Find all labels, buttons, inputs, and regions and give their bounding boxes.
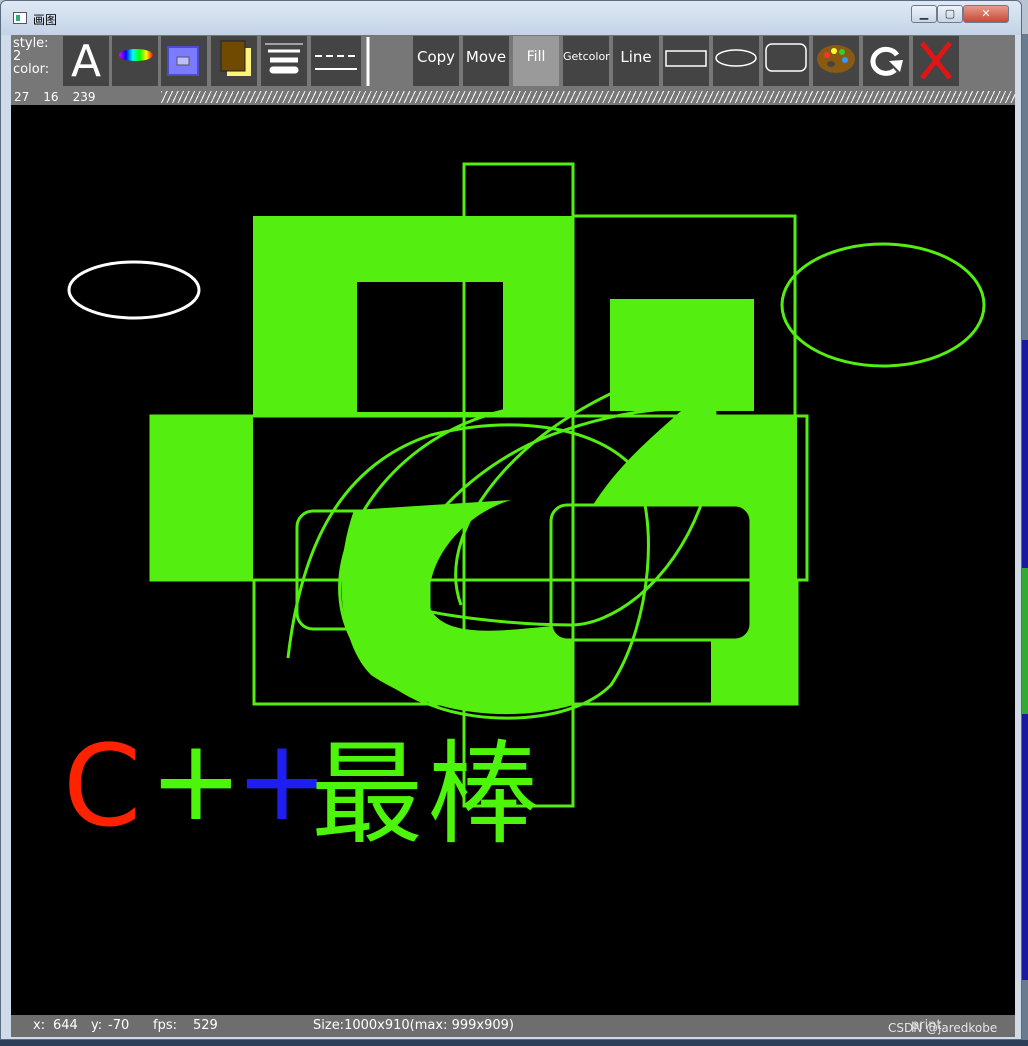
close-icon: [920, 41, 952, 80]
filled-rectangle-left: [151, 416, 253, 580]
drawing-canvas[interactable]: C + + 最 棒: [11, 105, 1015, 1015]
move-label: Move: [465, 48, 507, 66]
fill-color-icon: [167, 46, 199, 76]
palette-icon: [817, 45, 855, 73]
copy-label: Copy: [416, 48, 456, 66]
style-color-panel: style: 2 color:: [13, 37, 63, 76]
y-value: -70: [108, 1018, 130, 1033]
filled-crescent-shape: [341, 500, 573, 715]
minimize-button[interactable]: ▁: [911, 5, 937, 23]
shadow-style-icon: [220, 40, 251, 76]
text-tool-label: A: [70, 36, 102, 87]
canvas-char-zui: 最: [311, 730, 423, 860]
undo-icon: [870, 46, 903, 76]
getcolor-label: Getcolor: [563, 50, 610, 63]
canvas-text: C + + 最 棒: [63, 716, 539, 860]
size-readout: Size:1000x910(max: 999x909): [313, 1018, 514, 1033]
line-style-icon: [315, 55, 357, 70]
toolbar-hatch-strip: [161, 91, 1015, 103]
color-rgb-readout: 27 16 239: [14, 90, 109, 104]
rectangle-tool-button[interactable]: [663, 36, 709, 86]
rounded-rect-tool-button[interactable]: [763, 36, 809, 86]
y-label: y:: [91, 1018, 103, 1033]
rounded-rectangle-icon: [765, 43, 807, 72]
canvas-char-plus-1: +: [149, 716, 243, 846]
filled-rectangle-upper-right: [610, 299, 754, 411]
toolbar: style: 2 color: 27 16 239 A Copy Move Fi…: [11, 35, 1015, 105]
canvas-char-c: C: [63, 722, 141, 852]
window-title: 画图: [33, 13, 58, 27]
drawing-svg[interactable]: C + + 最 棒: [11, 105, 1015, 1015]
app-icon: [13, 12, 27, 24]
color-b-value: 239: [72, 90, 96, 104]
x-label: x:: [33, 1018, 46, 1033]
toolbar-separator: [363, 36, 373, 86]
fill-color-button[interactable]: [161, 36, 207, 86]
ellipse-tool-button[interactable]: [713, 36, 759, 86]
x-value: 644: [53, 1018, 78, 1033]
rainbow-palette-icon: [119, 49, 153, 61]
line-label: Line: [620, 48, 652, 66]
black-inner-rectangle: [357, 282, 503, 412]
copy-button[interactable]: Copy: [413, 36, 459, 86]
line-button[interactable]: Line: [613, 36, 659, 86]
color-g-value: 16: [43, 90, 59, 104]
getcolor-button[interactable]: Getcolor: [563, 36, 610, 86]
taskbar: [0, 1040, 1028, 1046]
fill-button[interactable]: Fill: [513, 36, 559, 86]
rounded-rectangle-right: [549, 503, 753, 642]
exit-button[interactable]: [913, 36, 959, 86]
title-bar[interactable]: 画图 ▁ ▢ ✕: [1, 1, 1021, 35]
maximize-button[interactable]: ▢: [937, 5, 963, 23]
color-label: color:: [13, 62, 50, 77]
paint-window: 画图 ▁ ▢ ✕ style: 2 color: 27 16 239 A Cop…: [0, 0, 1022, 1040]
rectangle-icon: [665, 50, 707, 67]
green-ellipse: [780, 242, 986, 368]
client-area: style: 2 color: 27 16 239 A Copy Move Fi…: [11, 35, 1015, 1037]
shadow-style-button[interactable]: [211, 36, 257, 86]
shapes-layer: [67, 162, 986, 808]
fps-value: 529: [193, 1018, 218, 1033]
fill-label: Fill: [526, 49, 546, 65]
csdn-watermark: CSDN @jaredkobe: [888, 1021, 998, 1035]
ellipse-icon: [715, 49, 757, 67]
undo-button[interactable]: [863, 36, 909, 86]
color-r-value: 27: [14, 90, 30, 104]
text-tool-button[interactable]: A: [63, 36, 109, 86]
line-width-button[interactable]: [261, 36, 307, 86]
palette-button[interactable]: [813, 36, 859, 86]
status-bar: x: 644 y: -70 fps: 529 Size:1000x910(max…: [11, 1015, 1015, 1037]
close-window-button[interactable]: ✕: [963, 5, 1009, 23]
fps-label: fps:: [153, 1018, 177, 1033]
canvas-char-bang: 棒: [427, 730, 539, 860]
line-width-icon: [265, 43, 303, 74]
white-ellipse: [67, 260, 201, 320]
line-style-button[interactable]: [311, 36, 361, 86]
color-picker-button[interactable]: [112, 36, 158, 86]
move-button[interactable]: Move: [463, 36, 509, 86]
